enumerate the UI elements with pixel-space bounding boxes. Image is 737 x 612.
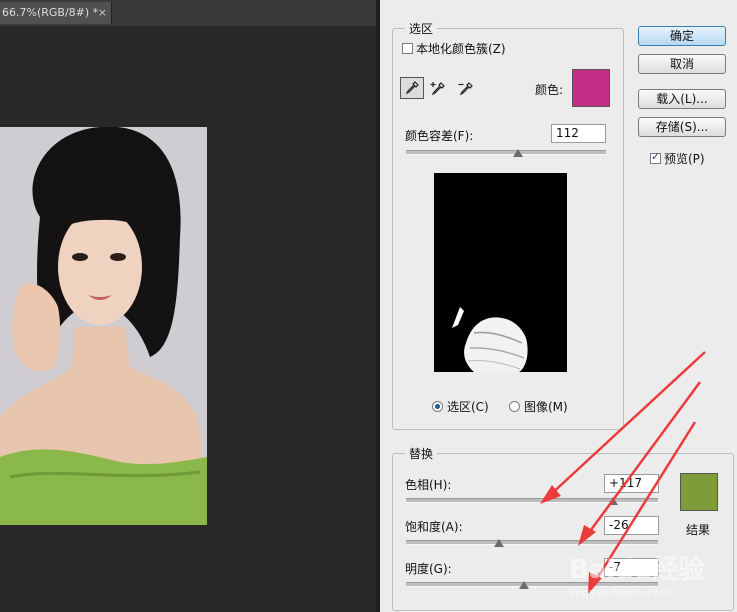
lightness-slider-track[interactable] bbox=[406, 582, 658, 587]
hue-slider-thumb[interactable] bbox=[607, 497, 618, 505]
lightness-label: 明度(G): bbox=[405, 562, 452, 576]
eyedropper-icon bbox=[405, 81, 419, 95]
ok-button[interactable]: 确定 bbox=[638, 26, 726, 46]
view-image-dot[interactable] bbox=[509, 401, 520, 412]
fuzziness-slider-thumb[interactable] bbox=[513, 149, 523, 157]
document-tab-title: 66.7%(RGB/8#) * bbox=[2, 6, 99, 19]
fuzziness-label: 颜色容差(F): bbox=[405, 129, 474, 143]
close-icon[interactable]: × bbox=[98, 2, 107, 24]
hue-label: 色相(H): bbox=[405, 478, 452, 492]
saturation-slider-track[interactable] bbox=[406, 540, 658, 545]
add-to-sample-tool[interactable] bbox=[427, 77, 451, 99]
replace-group-title: 替换 bbox=[405, 445, 438, 462]
mask-image bbox=[434, 173, 567, 372]
saturation-slider-thumb[interactable] bbox=[494, 539, 505, 547]
fuzziness-slider-track[interactable] bbox=[406, 150, 606, 155]
saturation-label: 饱和度(A): bbox=[405, 520, 463, 534]
color-label: 颜色: bbox=[535, 83, 564, 97]
hue-slider-track[interactable] bbox=[406, 498, 658, 503]
eyedropper-tool[interactable] bbox=[400, 77, 424, 99]
load-button[interactable]: 载入(L)... bbox=[638, 89, 726, 109]
selection-preview bbox=[434, 173, 567, 372]
portrait-image bbox=[0, 127, 207, 525]
preview-label: 预览(P) bbox=[664, 152, 705, 166]
document-photo bbox=[0, 127, 207, 525]
save-button[interactable]: 存储(S)... bbox=[638, 117, 726, 137]
localized-clusters-checkbox[interactable]: 本地化颜色簇(Z) bbox=[402, 40, 506, 57]
view-selection-radio[interactable]: 选区(C) bbox=[432, 398, 489, 415]
selection-color-swatch[interactable] bbox=[572, 69, 610, 107]
eyedropper-plus-icon bbox=[430, 82, 445, 96]
fuzziness-input[interactable]: 112 bbox=[551, 124, 606, 143]
view-selection-label: 选区(C) bbox=[447, 400, 489, 414]
preview-checkbox[interactable]: 预览(P) bbox=[650, 150, 705, 167]
saturation-input[interactable]: -26 bbox=[604, 516, 659, 535]
preview-box[interactable] bbox=[650, 150, 661, 164]
lightness-slider-thumb[interactable] bbox=[519, 581, 530, 589]
result-color-swatch[interactable] bbox=[680, 473, 718, 511]
canvas-area bbox=[0, 27, 376, 612]
subtract-from-sample-tool[interactable] bbox=[455, 77, 479, 99]
selection-group-title: 选区 bbox=[405, 20, 438, 37]
result-label: 结果 bbox=[686, 523, 711, 537]
cancel-button[interactable]: 取消 bbox=[638, 54, 726, 74]
view-image-radio[interactable]: 图像(M) bbox=[509, 398, 568, 415]
localized-clusters-label: 本地化颜色簇(Z) bbox=[416, 42, 506, 56]
localized-clusters-box[interactable] bbox=[402, 43, 413, 54]
eyedropper-minus-icon bbox=[458, 82, 473, 96]
view-selection-dot[interactable] bbox=[432, 401, 443, 412]
hue-input[interactable]: +117 bbox=[604, 474, 659, 493]
document-tab[interactable]: 66.7%(RGB/8#) * × bbox=[0, 2, 112, 24]
view-image-label: 图像(M) bbox=[524, 400, 568, 414]
lightness-input[interactable]: -7 bbox=[604, 558, 659, 577]
document-tab-bar: 66.7%(RGB/8#) * × bbox=[0, 0, 376, 27]
